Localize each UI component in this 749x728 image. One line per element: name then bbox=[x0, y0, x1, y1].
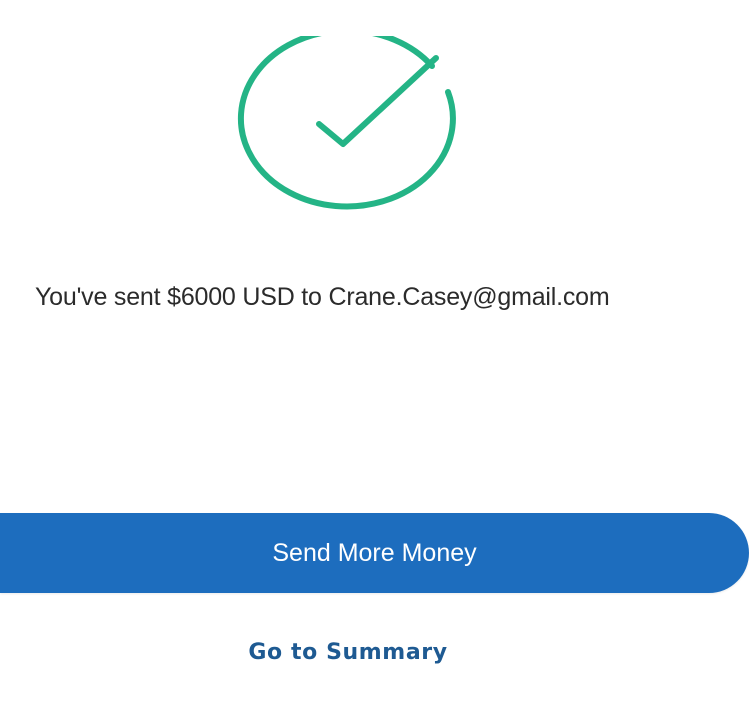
payment-confirmation-screen: You've sent $6000 USD to Crane.Casey@gma… bbox=[0, 0, 749, 728]
confirmation-message: You've sent $6000 USD to Crane.Casey@gma… bbox=[35, 283, 610, 311]
send-more-money-button[interactable]: Send More Money bbox=[0, 513, 749, 593]
go-to-summary-link[interactable]: Go to Summary bbox=[0, 640, 696, 665]
check-circle-icon bbox=[237, 36, 456, 210]
